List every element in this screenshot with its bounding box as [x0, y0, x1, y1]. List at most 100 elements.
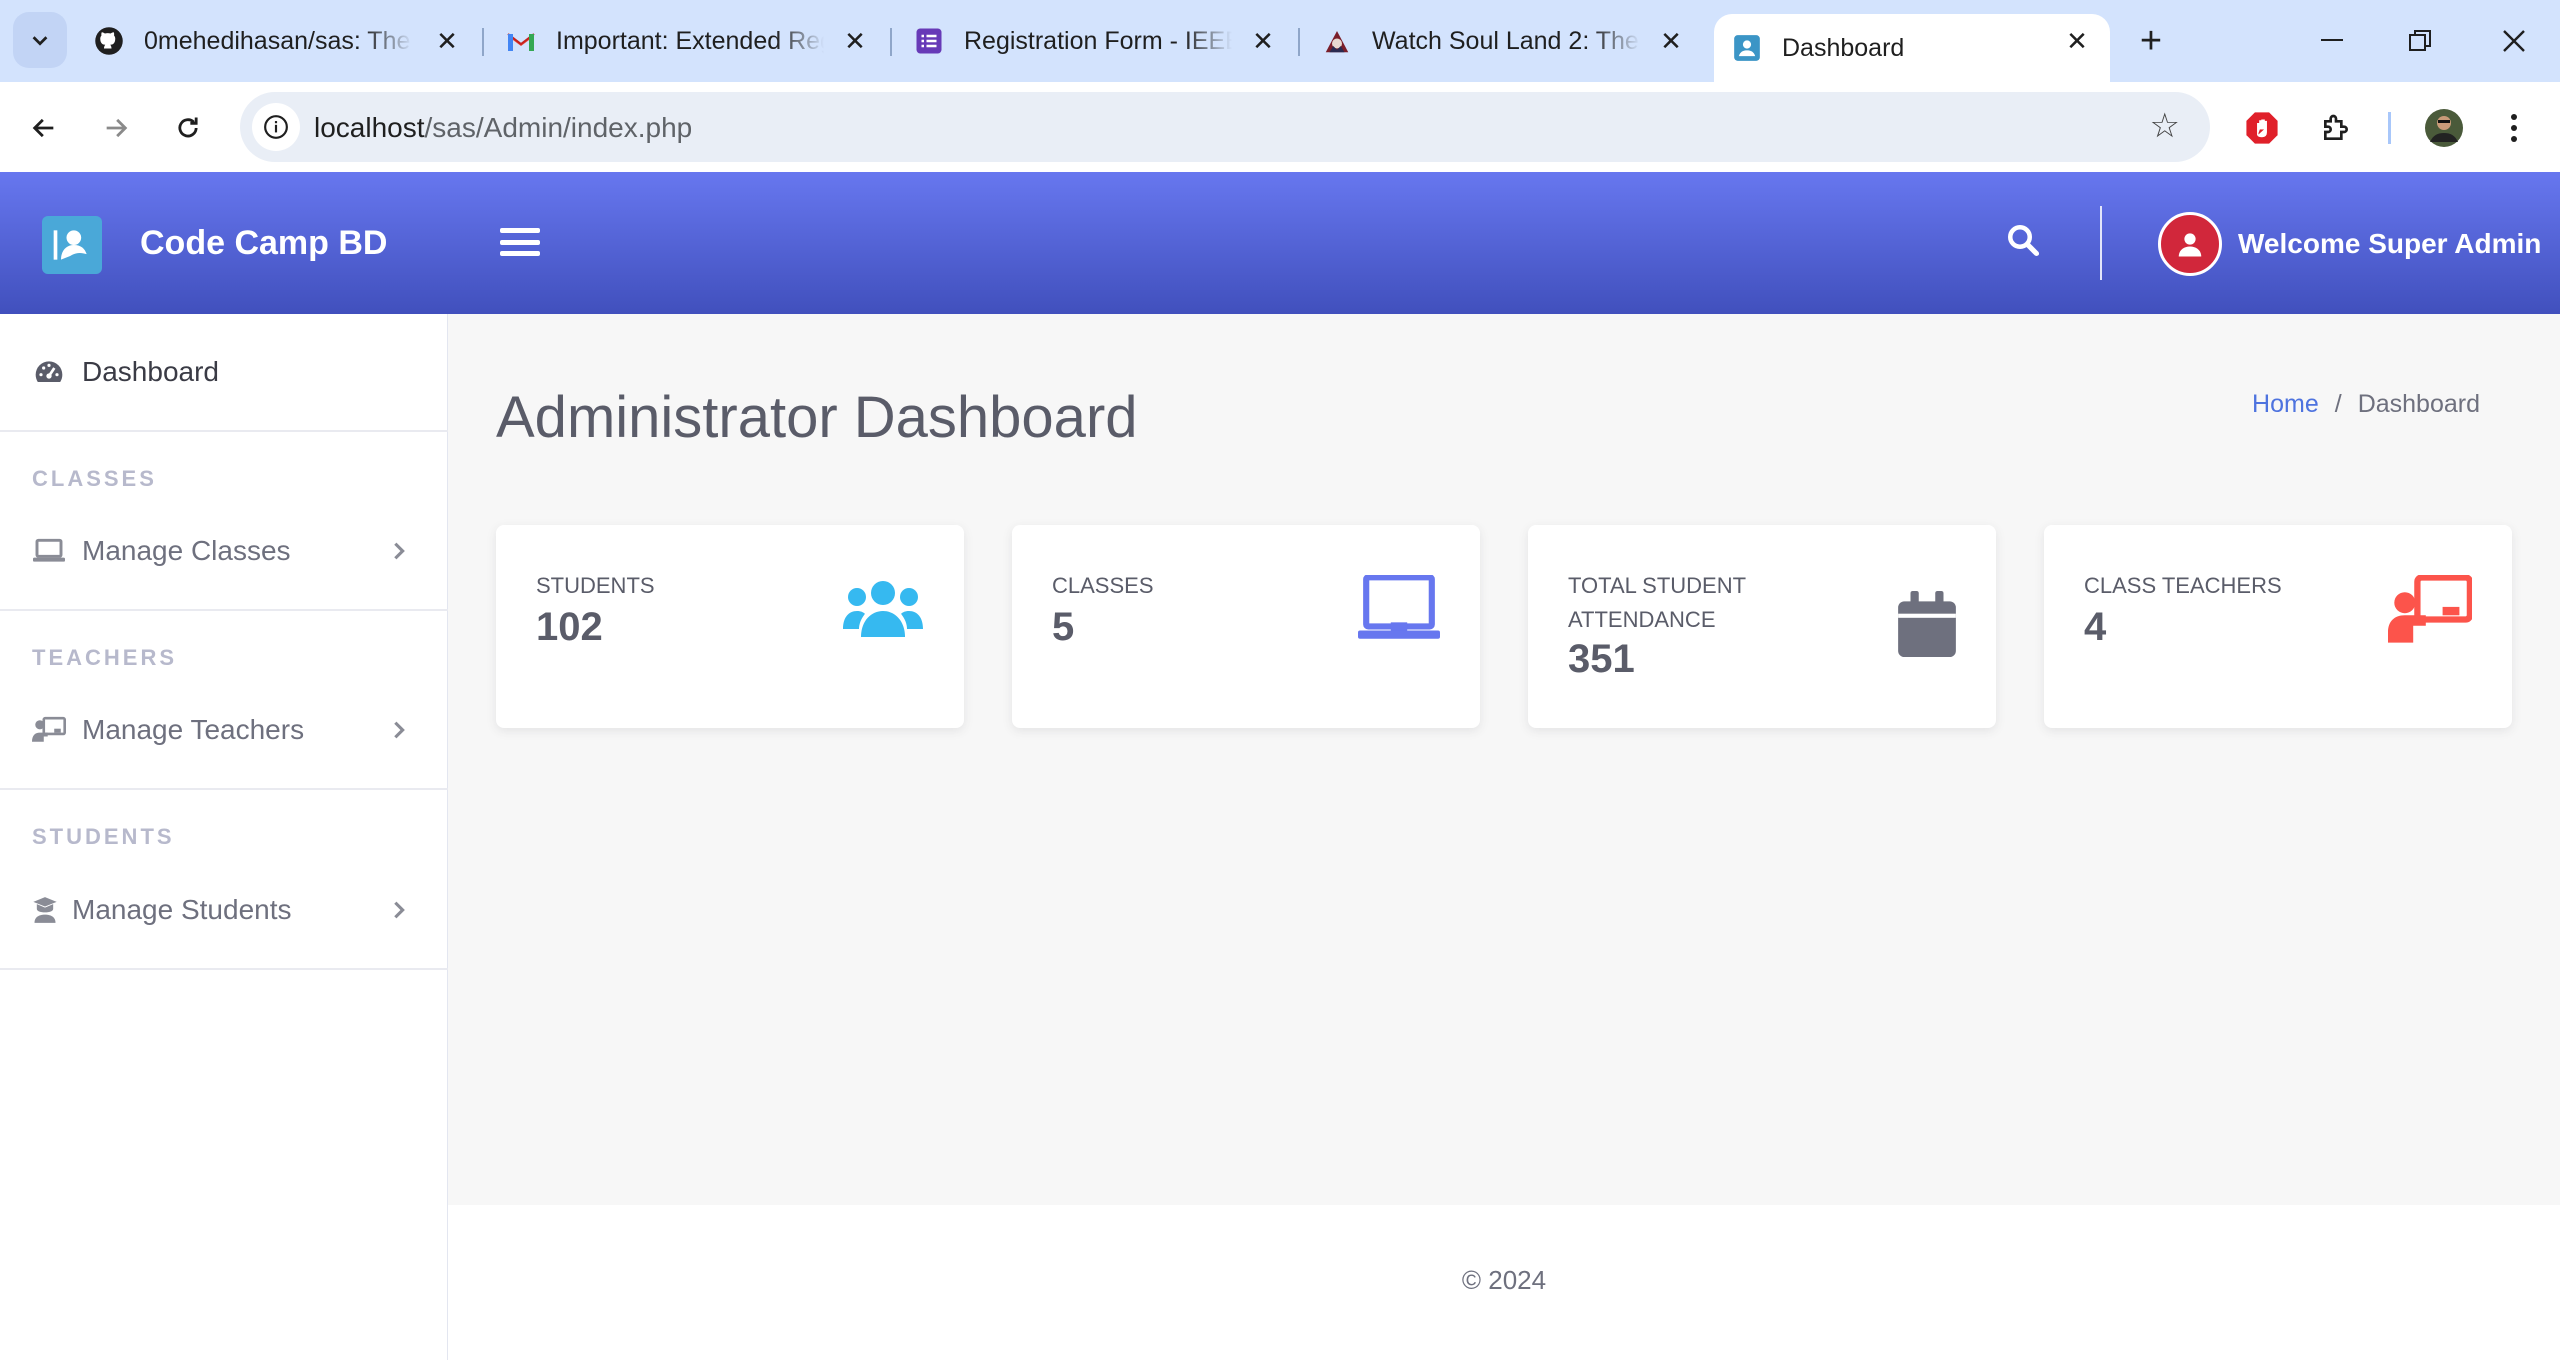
sidebar-heading-students: STUDENTS	[32, 824, 175, 849]
graduate-icon	[28, 893, 62, 927]
tab-title: Dashboard	[1782, 33, 1905, 62]
sidebar-divider	[0, 968, 448, 970]
search-icon	[2008, 225, 2040, 257]
tab-title: 0mehedihasan/sas: The S	[144, 26, 412, 55]
reload-icon	[178, 117, 198, 138]
arrow-left-icon	[32, 118, 54, 138]
bookmark-star-icon[interactable]: ☆	[2150, 106, 2180, 146]
url-text: localhost/sas/Admin/index.php	[314, 112, 692, 144]
browser-tab-forms[interactable]: Registration Form - IEEE ✕	[896, 14, 1296, 68]
sidebar-item-manage-classes[interactable]: Manage Classes	[0, 520, 448, 582]
laptop-icon	[1358, 574, 1440, 646]
profile-avatar[interactable]	[2420, 104, 2468, 152]
sidebar-item-dashboard[interactable]: Dashboard	[0, 341, 448, 403]
hamburger-icon-bar	[500, 251, 540, 256]
hamburger-icon-bar	[500, 228, 540, 233]
browser-menu-button[interactable]	[2490, 104, 2538, 152]
user-avatar[interactable]	[2158, 212, 2222, 276]
stat-card-label: TOTAL STUDENT ATTENDANCE	[1568, 573, 1746, 632]
breadcrumb-home-link[interactable]: Home	[2252, 390, 2319, 419]
sidebar-toggle-button[interactable]	[500, 224, 540, 260]
calendar-icon	[1898, 591, 1956, 662]
sidebar-divider	[0, 430, 448, 432]
users-icon	[842, 579, 924, 644]
plus-icon: +	[2139, 19, 2163, 62]
forward-button[interactable]	[92, 104, 140, 152]
sidebar: Dashboard CLASSES Manage Classes TEACHER…	[0, 314, 448, 1360]
stat-card-value: 351	[1568, 637, 1635, 681]
tab-title: Watch Soul Land 2: The P	[1372, 26, 1640, 55]
site-logo-icon	[1732, 33, 1762, 63]
browser-tab-dashboard[interactable]: Dashboard ✕	[1714, 14, 2110, 82]
browser-tab-github[interactable]: 0mehedihasan/sas: The S ✕	[80, 14, 480, 68]
stat-card-label: CLASSES	[1052, 573, 1154, 598]
stat-card-value: 102	[536, 605, 603, 649]
chalkboard-teacher-icon	[32, 713, 66, 747]
stat-card-classes[interactable]: CLASSES 5	[1012, 525, 1480, 728]
breadcrumb: Home / Dashboard	[2252, 390, 2480, 419]
chevron-right-icon	[394, 542, 405, 560]
sidebar-heading-classes: CLASSES	[32, 466, 157, 491]
browser-tab-anime[interactable]: Watch Soul Land 2: The P ✕	[1304, 14, 1704, 68]
info-icon	[264, 115, 288, 139]
stat-card-value: 5	[1052, 605, 1075, 649]
gmail-icon	[506, 26, 536, 56]
reload-button[interactable]	[164, 104, 212, 152]
brand-logo-icon[interactable]	[42, 216, 102, 274]
profile-photo-icon	[2425, 109, 2463, 147]
copyright-text: © 2024	[1461, 1265, 1547, 1295]
kebab-menu-icon	[2511, 114, 2517, 142]
close-icon	[2503, 30, 2525, 52]
back-button[interactable]	[20, 104, 68, 152]
brand-name[interactable]: Code Camp BD	[140, 224, 387, 263]
chalkboard-teacher-icon	[2388, 574, 2474, 648]
extensions-puzzle-icon[interactable]	[2312, 104, 2360, 152]
close-icon[interactable]: ✕	[1654, 24, 1688, 58]
page-title: Administrator Dashboard	[496, 385, 1138, 450]
navbar-divider	[2100, 206, 2102, 280]
stat-card-label: CLASS TEACHERS	[2084, 573, 2282, 598]
anime-site-icon	[1322, 26, 1352, 56]
stat-card-value: 4	[2084, 605, 2107, 649]
site-info-button[interactable]	[252, 103, 300, 151]
tab-separator	[1298, 28, 1300, 56]
new-tab-button[interactable]: +	[2130, 20, 2172, 62]
chevron-down-icon	[32, 36, 48, 46]
close-icon[interactable]: ✕	[2060, 24, 2094, 58]
user-icon	[2178, 233, 2202, 257]
stat-card-students[interactable]: STUDENTS 102	[496, 525, 964, 728]
close-icon[interactable]: ✕	[1246, 24, 1280, 58]
browser-tab-gmail[interactable]: Important: Extended Reg ✕	[488, 14, 888, 68]
sidebar-item-label: Manage Teachers	[82, 714, 305, 745]
chevron-right-icon	[394, 721, 405, 739]
sidebar-item-manage-students[interactable]: Manage Students	[0, 879, 448, 941]
stat-card-total-attendance[interactable]: TOTAL STUDENT ATTENDANCE 351	[1528, 525, 1996, 728]
close-window-button[interactable]	[2478, 14, 2550, 68]
tachometer-icon	[32, 355, 66, 389]
sidebar-item-label: Manage Classes	[82, 535, 291, 566]
sidebar-item-manage-teachers[interactable]: Manage Teachers	[0, 699, 448, 761]
sidebar-item-label: Dashboard	[82, 356, 219, 387]
stat-card-label: STUDENTS	[536, 573, 655, 598]
hamburger-icon-bar	[500, 239, 540, 245]
search-button[interactable]	[2005, 222, 2045, 262]
close-icon[interactable]: ✕	[838, 24, 872, 58]
address-bar[interactable]: localhost/sas/Admin/index.php ☆	[240, 92, 2210, 162]
restore-button[interactable]	[2384, 14, 2456, 68]
url-host: localhost	[314, 112, 425, 143]
chevron-right-icon	[394, 901, 405, 919]
browser-toolbar: localhost/sas/Admin/index.php ☆	[0, 82, 2560, 172]
tab-separator	[482, 28, 484, 56]
restore-icon	[2409, 30, 2431, 51]
welcome-user-text[interactable]: Welcome Super Admin	[2238, 228, 2541, 260]
minimize-icon	[2321, 39, 2343, 41]
sidebar-item-label: Manage Students	[72, 894, 292, 925]
sidebar-divider	[0, 788, 448, 790]
tab-search-button[interactable]	[13, 12, 67, 68]
stat-card-class-teachers[interactable]: CLASS TEACHERS 4	[2044, 525, 2512, 728]
url-path: /sas/Admin/index.php	[424, 112, 693, 143]
app-navbar: Code Camp BD Welcome Super Admin	[0, 172, 2560, 314]
close-icon[interactable]: ✕	[430, 24, 464, 58]
adblock-extension-icon[interactable]	[2238, 104, 2286, 152]
minimize-button[interactable]	[2296, 14, 2368, 68]
